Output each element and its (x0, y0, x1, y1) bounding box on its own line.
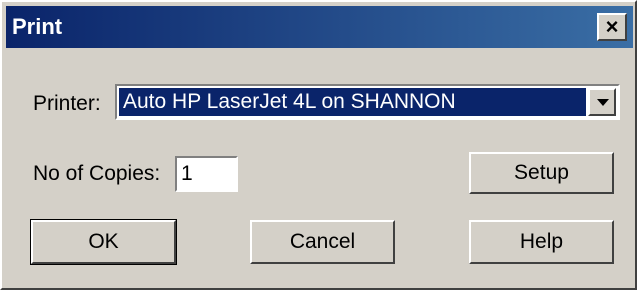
ok-button[interactable]: OK (30, 219, 177, 265)
printer-selected-value[interactable]: Auto HP LaserJet 4L on SHANNON (119, 88, 586, 116)
print-dialog: Print × Printer: Auto HP LaserJet 4L on … (0, 0, 637, 290)
setup-button[interactable]: Setup (469, 152, 614, 194)
close-button[interactable]: × (597, 13, 627, 41)
printer-select[interactable]: Auto HP LaserJet 4L on SHANNON (115, 84, 620, 120)
printer-dropdown-button[interactable] (588, 88, 616, 116)
chevron-down-icon (597, 99, 609, 106)
copies-input[interactable] (175, 156, 238, 192)
copies-label: No of Copies: (33, 162, 161, 185)
close-icon: × (605, 14, 619, 39)
title-bar[interactable]: Print × (6, 6, 633, 48)
help-button[interactable]: Help (469, 220, 614, 264)
cancel-button[interactable]: Cancel (250, 220, 395, 264)
printer-label: Printer: (33, 92, 101, 115)
dialog-title: Print (12, 14, 63, 39)
